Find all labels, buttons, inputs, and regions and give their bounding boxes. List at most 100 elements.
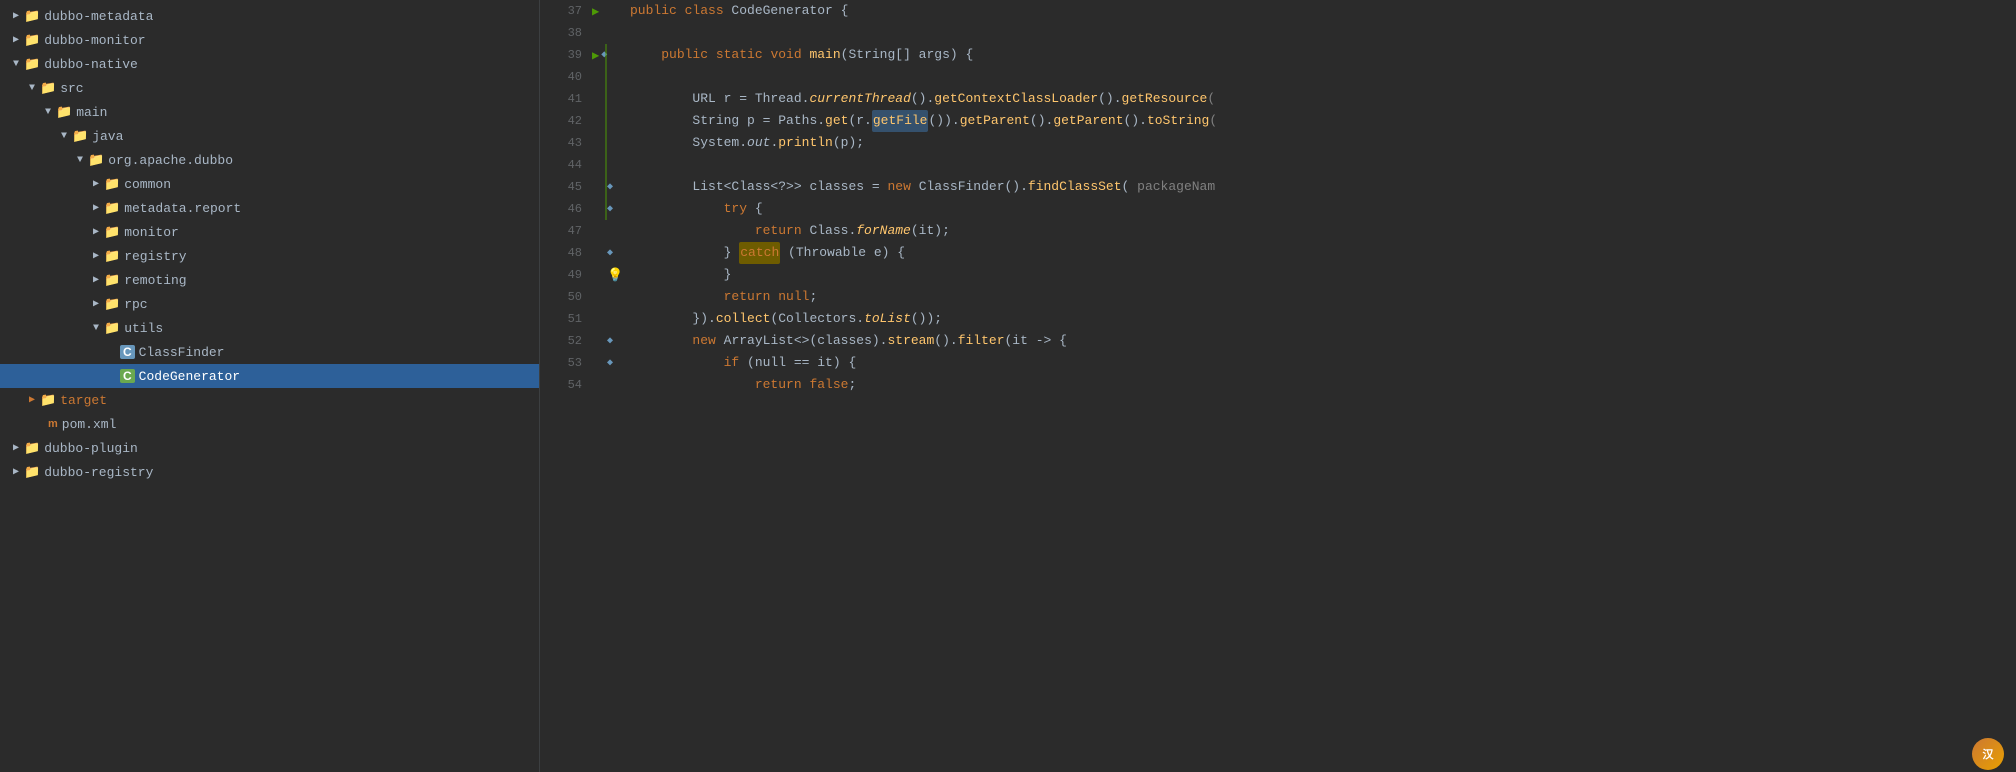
gutter-row-53: ◆ <box>607 352 613 374</box>
brace: }). <box>692 308 715 330</box>
sidebar-item-dubbo-metadata[interactable]: ▶ 📁 dubbo-metadata <box>0 4 539 28</box>
run-arrow-icon[interactable]: ▶ <box>592 48 599 63</box>
sidebar-item-main[interactable]: ▼ 📁 main <box>0 100 539 124</box>
code-line-44 <box>630 154 2016 176</box>
bookmark-icon: ◆ <box>607 181 613 193</box>
sidebar-item-label: dubbo-monitor <box>44 33 539 48</box>
identifier: CodeGenerator <box>731 0 840 22</box>
code-editor: 37 38 39 40 41 42 43 44 45 46 47 48 49 5… <box>540 0 2016 772</box>
sidebar-item-dubbo-registry[interactable]: ▶ 📁 dubbo-registry <box>0 460 539 484</box>
function-name: filter <box>958 330 1005 352</box>
function-name: get <box>825 110 848 132</box>
sidebar-item-label: ClassFinder <box>139 345 539 360</box>
gutter-row-37: ▶ <box>590 0 622 22</box>
sidebar-item-org-apache-dubbo[interactable]: ▼ 📁 org.apache.dubbo <box>0 148 539 172</box>
function-name: main <box>809 44 840 66</box>
sidebar-item-dubbo-plugin[interactable]: ▶ 📁 dubbo-plugin <box>0 436 539 460</box>
sidebar-item-dubbo-native[interactable]: ▼ 📁 dubbo-native <box>0 52 539 76</box>
folder-icon: 📁 <box>104 297 120 312</box>
brace: { <box>841 0 849 22</box>
code-line-48: } catch (Throwable e) { <box>630 242 2016 264</box>
line-number: 48 <box>540 242 582 264</box>
folder-icon: 📁 <box>88 153 104 168</box>
expand-arrow: ▶ <box>88 274 104 286</box>
code-line-39: public static void main(String[] args) { <box>630 44 2016 66</box>
sidebar-item-utils[interactable]: ▼ 📁 utils <box>0 316 539 340</box>
bookmark-icon: ◆ <box>607 357 613 369</box>
sidebar-item-label: src <box>60 81 539 96</box>
folder-icon: 📁 <box>104 201 120 216</box>
line-numbers: 37 38 39 40 41 42 43 44 45 46 47 48 49 5… <box>540 0 590 772</box>
sidebar-item-dubbo-monitor[interactable]: ▶ 📁 dubbo-monitor <box>0 28 539 52</box>
brace: } <box>724 264 732 286</box>
sidebar-item-label: pom.xml <box>62 417 539 432</box>
keyword: return <box>724 286 779 308</box>
code-line-53: if (null == it) { <box>630 352 2016 374</box>
code-content[interactable]: public class CodeGenerator { public stat… <box>622 0 2016 772</box>
sidebar-item-target[interactable]: ▶ 📁 target <box>0 388 539 412</box>
line-number: 52 <box>540 330 582 352</box>
lightbulb-icon[interactable]: 💡 <box>607 268 623 283</box>
line-number: 45 <box>540 176 582 198</box>
bookmark-icon: ◆ <box>607 247 613 259</box>
function-italic: forName <box>856 220 911 242</box>
function-name: findClassSet <box>1028 176 1122 198</box>
expand-arrow: ▶ <box>8 442 24 454</box>
sidebar-item-pom-xml[interactable]: m pom.xml <box>0 412 539 436</box>
sidebar-item-java[interactable]: ▼ 📁 java <box>0 124 539 148</box>
keyword: static <box>716 44 771 66</box>
gutter-row-48: ◆ <box>607 242 613 264</box>
line-number: 39 <box>540 44 582 66</box>
code-line-37: public class CodeGenerator { <box>630 0 2016 22</box>
sidebar-item-registry[interactable]: ▶ 📁 registry <box>0 244 539 268</box>
keyword: new <box>692 330 723 352</box>
gutter-row-45: ◆ <box>607 176 613 198</box>
sidebar-item-label: org.apache.dubbo <box>108 153 539 168</box>
sidebar-item-label: java <box>92 129 539 144</box>
sidebar-item-label: dubbo-registry <box>44 465 539 480</box>
sidebar-item-common[interactable]: ▶ 📁 common <box>0 172 539 196</box>
sidebar-item-codegenerator[interactable]: C CodeGenerator <box>0 364 539 388</box>
line-number: 46 <box>540 198 582 220</box>
function-name: toString <box>1147 110 1209 132</box>
sidebar-item-metadata-report[interactable]: ▶ 📁 metadata.report <box>0 196 539 220</box>
sidebar-item-src[interactable]: ▼ 📁 src <box>0 76 539 100</box>
keyword: public <box>661 44 716 66</box>
brace: { <box>1059 330 1067 352</box>
bottom-bar: 汉 <box>1896 736 2016 772</box>
folder-icon: 📁 <box>104 273 120 288</box>
keyword: return <box>755 220 810 242</box>
folder-icon: 📁 <box>104 177 120 192</box>
sidebar-item-monitor[interactable]: ▶ 📁 monitor <box>0 220 539 244</box>
line-number: 53 <box>540 352 582 374</box>
sidebar-item-classfinder[interactable]: C ClassFinder <box>0 340 539 364</box>
class-icon: C <box>120 345 135 359</box>
sidebar-item-label: main <box>76 105 539 120</box>
keyword: new <box>887 176 918 198</box>
brace: { <box>966 44 974 66</box>
line-number: 47 <box>540 220 582 242</box>
keyword: try <box>724 198 755 220</box>
folder-icon: 📁 <box>104 321 120 336</box>
folder-icon: 📁 <box>24 33 40 48</box>
function-name: getContextClassLoader <box>934 88 1098 110</box>
sidebar-item-remoting[interactable]: ▶ 📁 remoting <box>0 268 539 292</box>
run-arrow-icon[interactable]: ▶ <box>592 4 599 19</box>
code-line-47: return Class.forName(it); <box>630 220 2016 242</box>
function-italic: currentThread <box>809 88 910 110</box>
sidebar-item-label: monitor <box>124 225 539 240</box>
expand-arrow: ▶ <box>88 226 104 238</box>
folder-icon: 📁 <box>24 441 40 456</box>
sidebar-item-label: dubbo-metadata <box>44 9 539 24</box>
function-name: println <box>778 132 833 154</box>
code-line-50: return null; <box>630 286 2016 308</box>
folder-icon: 📁 <box>40 393 56 408</box>
sidebar-item-rpc[interactable]: ▶ 📁 rpc <box>0 292 539 316</box>
sidebar-item-label: target <box>60 393 539 408</box>
expand-arrow: ▼ <box>72 155 88 166</box>
line-number: 40 <box>540 66 582 88</box>
code-line-46: try { <box>630 198 2016 220</box>
keyword: class <box>685 0 732 22</box>
function-name: stream <box>887 330 934 352</box>
keyword: if <box>724 352 747 374</box>
